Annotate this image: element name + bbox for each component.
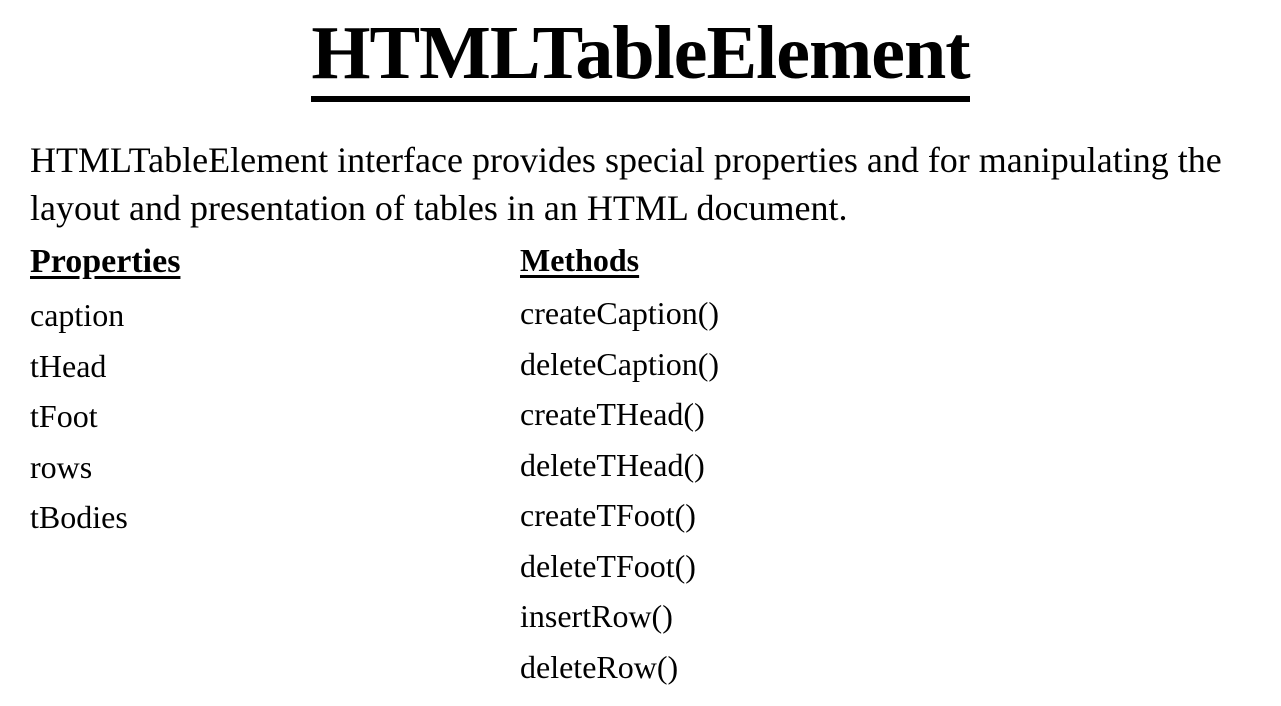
method-item: deleteTHead() [520,446,705,483]
property-item: tHead [30,347,107,384]
method-item: insertRow() [520,598,673,634]
property-item: tBodies [30,499,128,535]
methods-list: createCaption() deleteCaption() createTH… [520,288,719,692]
property-item: rows [30,448,93,485]
property-item: tFoot [30,398,98,434]
method-item: createCaption() [520,295,719,331]
slide: HTMLTableElement HTMLTableElement interf… [0,0,1281,706]
method-item: deleteRow() [520,648,679,685]
property-item: caption [30,297,125,333]
slide-title-text: HTMLTableElement [311,10,971,102]
method-item: deleteCaption() [520,345,720,382]
properties-heading: Properties [30,243,181,280]
methods-heading: Methods [520,242,640,278]
description-paragraph: HTMLTableElement interface provides spec… [30,140,1222,228]
method-item: createTFoot() [520,497,696,533]
properties-list: caption tHead tFoot rows tBodies [30,290,128,543]
slide-title: HTMLTableElement [0,10,1281,102]
method-item: createTHead() [520,396,705,432]
method-item: deleteTFoot() [520,547,696,584]
